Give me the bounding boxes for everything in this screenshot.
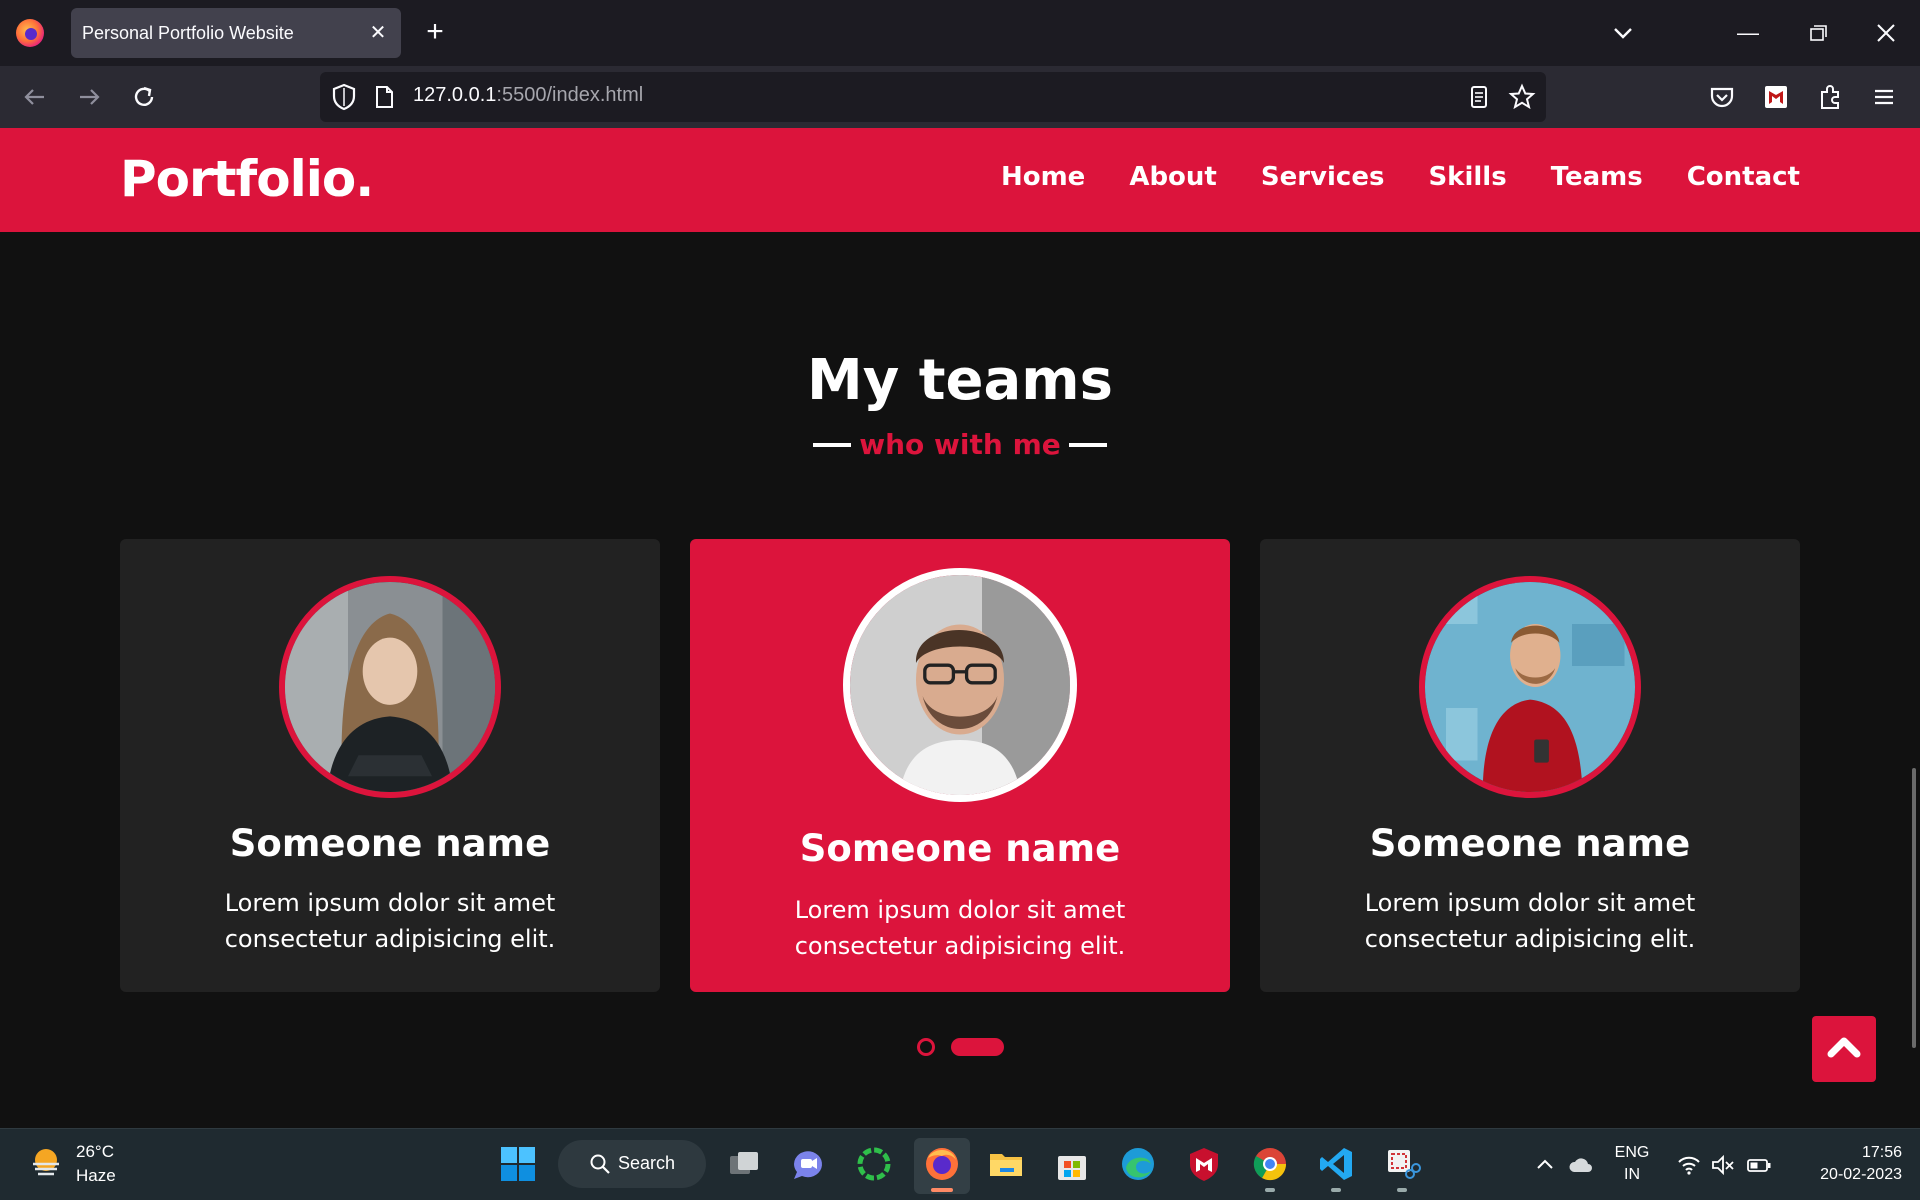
tab-title: Personal Portfolio Website [82,23,294,43]
team-member-name: Someone name [229,822,551,865]
new-tab-plus-icon[interactable]: + [418,16,452,50]
show-hidden-icons-chevron-icon[interactable] [1532,1152,1558,1178]
region-code: IN [1624,1166,1640,1183]
site-nav: Home About Services Skills Teams Contact [1001,162,1800,192]
mcafee-extension-icon[interactable] [1759,80,1793,114]
url-text[interactable]: 127.0.0.1:5500/index.html [413,84,643,107]
nav-link-about[interactable]: About [1129,162,1217,192]
vscode-running-indicator [1331,1188,1341,1192]
url-host: 127.0.0.1 [413,84,497,106]
wifi-icon[interactable] [1676,1152,1702,1178]
man-in-red-sweater-portrait-image [1425,582,1635,792]
chrome-browser-icon[interactable] [1250,1144,1290,1184]
nav-link-teams[interactable]: Teams [1551,162,1643,192]
team-card-highlighted[interactable]: Someone name Lorem ipsum dolor sit amet … [690,539,1230,992]
clock-time: 17:56 [1861,1144,1902,1161]
webpage-viewport: Portfolio. Home About Services Skills Te… [0,128,1920,1128]
tracking-protection-shield-icon[interactable] [331,82,357,112]
tab-close-icon[interactable]: ✕ [365,20,391,46]
clock-date: 20-02-2023 [1820,1166,1902,1183]
search-icon [590,1154,610,1174]
page-scrollbar-thumb[interactable] [1912,768,1916,1048]
team-member-photo [843,568,1077,802]
extensions-puzzle-icon[interactable] [1813,80,1847,114]
page-info-icon[interactable] [373,84,395,110]
taskbar-search-label: Search [618,1153,676,1173]
list-all-tabs-chevron-icon[interactable] [1606,16,1640,50]
vscode-icon[interactable] [1316,1144,1356,1184]
hamburger-menu-icon[interactable] [1867,80,1901,114]
task-view-icon[interactable] [724,1144,764,1184]
subtitle-right-line [1068,442,1107,447]
team-member-name: Someone name [799,827,1121,870]
firefox-taskbar-icon[interactable] [922,1144,962,1184]
section-title: My teams [807,348,1113,413]
man-with-glasses-portrait-image [850,575,1070,795]
input-language-indicator[interactable]: ENG IN [1610,1142,1654,1186]
back-arrow-icon[interactable] [18,80,52,114]
close-window-icon[interactable] [1866,14,1906,52]
reader-view-icon[interactable] [1462,80,1496,114]
section-subtitle-row: who with me [0,428,1920,461]
subtitle-left-line [813,442,852,447]
carousel-dot-inactive[interactable] [917,1038,935,1056]
mcafee-shield-icon[interactable] [1184,1144,1224,1184]
firefox-running-indicator [931,1188,953,1192]
reload-icon[interactable] [127,80,161,114]
file-explorer-icon[interactable] [986,1144,1026,1184]
site-header: Portfolio. Home About Services Skills Te… [0,128,1920,232]
snipping-tool-running-indicator [1397,1188,1407,1192]
nav-link-services[interactable]: Services [1261,162,1385,192]
microsoft-store-icon[interactable] [1052,1144,1092,1184]
nav-link-home[interactable]: Home [1001,162,1085,192]
nav-link-contact[interactable]: Contact [1687,162,1800,192]
carousel-dot-active[interactable] [951,1038,1004,1056]
bookmark-star-icon[interactable] [1505,80,1539,114]
team-member-description: Lorem ipsum dolor sit amet consectetur a… [224,889,556,953]
battery-icon[interactable] [1746,1152,1772,1178]
weather-temperature[interactable]: 26°C [76,1142,114,1162]
firefox-logo-icon[interactable] [16,19,44,47]
system-clock[interactable]: 17:56 20-02-2023 [1790,1142,1902,1186]
chevron-up-icon [1827,1037,1861,1058]
weather-condition[interactable]: Haze [76,1166,116,1186]
team-member-description: Lorem ipsum dolor sit amet consectetur a… [794,896,1126,960]
team-member-description: Lorem ipsum dolor sit amet consectetur a… [1364,889,1696,953]
snipping-tool-icon[interactable] [1382,1144,1422,1184]
team-card[interactable]: Someone name Lorem ipsum dolor sit amet … [120,539,660,992]
team-member-photo [279,576,501,798]
browser-tab-active[interactable]: Personal Portfolio Website ✕ [71,8,401,58]
minimize-icon[interactable]: — [1728,14,1768,52]
site-logo[interactable]: Portfolio. [120,150,374,208]
team-card[interactable]: Someone name Lorem ipsum dolor sit amet … [1260,539,1800,992]
scroll-to-top-button[interactable] [1812,1016,1876,1082]
edge-browser-icon[interactable] [1118,1144,1158,1184]
team-member-name: Someone name [1369,822,1691,865]
chrome-running-indicator [1265,1188,1275,1192]
team-member-photo [1419,576,1641,798]
section-subtitle-text: who with me [859,428,1061,461]
haze-weather-icon[interactable] [28,1144,64,1180]
windows-start-icon[interactable] [500,1146,536,1182]
restore-icon[interactable] [1798,14,1838,52]
language-code: ENG [1614,1144,1650,1161]
url-path: :5500/index.html [496,84,644,106]
teams-chat-icon[interactable] [788,1144,828,1184]
pocket-icon[interactable] [1705,80,1739,114]
forward-arrow-icon[interactable] [72,80,106,114]
woman-portrait-image [285,582,495,792]
onedrive-cloud-icon[interactable] [1568,1152,1594,1178]
green-ring-app-icon[interactable] [854,1144,894,1184]
section-subtitle: who with me [813,428,1107,461]
speaker-muted-icon[interactable] [1710,1152,1736,1178]
nav-link-skills[interactable]: Skills [1428,162,1506,192]
